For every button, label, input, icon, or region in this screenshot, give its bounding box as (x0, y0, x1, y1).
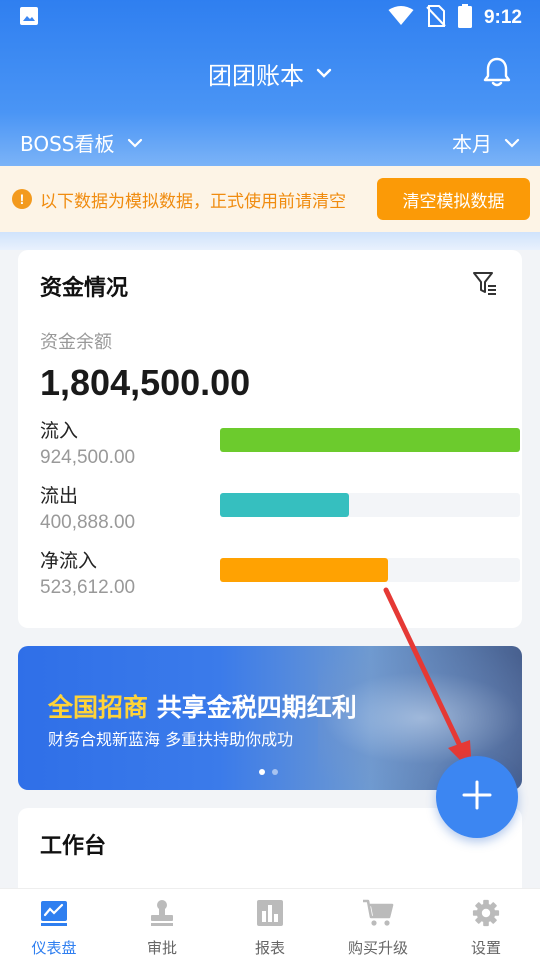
clear-mock-data-button[interactable]: 清空模拟数据 (377, 178, 530, 220)
workbench-title: 工作台 (40, 834, 107, 859)
flow-row-outflow[interactable]: 流出 400,888.00 (40, 481, 520, 541)
balance-label: 资金余额 (40, 332, 112, 353)
funds-card: 资金情况 资金余额 1,804,500.00 流入 924,500.00 流出 … (18, 250, 522, 628)
carousel-dot[interactable] (259, 769, 265, 775)
period-selector[interactable]: 本月 (452, 128, 520, 157)
wifi-icon (388, 6, 414, 30)
no-sim-icon (426, 4, 446, 32)
flow-bar (220, 428, 520, 452)
period-label: 本月 (452, 131, 492, 156)
chevron-down-icon (127, 130, 143, 154)
flow-bar (220, 493, 520, 517)
mock-data-notice: ! 以下数据为模拟数据，正式使用前请清空 清空模拟数据 (0, 166, 540, 232)
sub-header: BOSS看板 本月 (0, 124, 540, 160)
board-selector[interactable]: BOSS看板 (20, 128, 143, 157)
tab-upgrade[interactable]: 购买升级 (324, 889, 432, 960)
battery-icon (457, 4, 472, 32)
tab-reports[interactable]: 报表 (216, 889, 324, 960)
flow-bar (220, 558, 520, 582)
flow-row-net-inflow[interactable]: 净流入 523,612.00 (40, 546, 520, 606)
stamp-icon (147, 899, 177, 931)
gear-icon (471, 899, 501, 931)
flow-bar-fill (220, 558, 388, 582)
flow-row-inflow[interactable]: 流入 924,500.00 (40, 416, 520, 476)
chevron-down-icon[interactable] (316, 64, 332, 83)
banner-subtitle: 财务合规新蓝海 多重扶持助你成功 (48, 730, 294, 749)
balance-value: 1,804,500.00 (40, 362, 251, 403)
gallery-icon (18, 5, 40, 31)
status-bar: 9:12 (0, 0, 540, 36)
carousel-dot[interactable] (272, 769, 278, 775)
banner-title-highlight: 全国招商 (48, 693, 149, 722)
bottom-tab-bar: 仪表盘 审批 报表 购买升级 设置 (0, 888, 540, 960)
chevron-down-icon (504, 130, 520, 154)
plus-icon (461, 779, 493, 815)
funds-title: 资金情况 (40, 276, 129, 301)
tab-label: 设置 (470, 939, 501, 957)
flow-bar-fill (220, 428, 520, 452)
warning-icon: ! (12, 189, 32, 209)
filter-icon[interactable] (472, 270, 498, 300)
tab-label: 报表 (254, 939, 285, 957)
app-header: 团团账本 (0, 50, 540, 96)
board-label: BOSS看板 (20, 131, 115, 156)
report-icon (255, 899, 285, 931)
flow-bar-fill (220, 493, 349, 517)
carousel-indicator (259, 769, 278, 775)
add-record-button[interactable] (436, 756, 518, 838)
tab-settings[interactable]: 设置 (432, 889, 540, 960)
tab-approval[interactable]: 审批 (108, 889, 216, 960)
notice-text: 以下数据为模拟数据，正式使用前请清空 (40, 191, 346, 212)
tab-label: 审批 (146, 939, 177, 957)
status-time: 9:12 (483, 7, 522, 28)
book-switcher[interactable]: 团团账本 (208, 56, 304, 91)
tab-label: 仪表盘 (31, 939, 77, 957)
dashboard-icon (39, 899, 69, 931)
cart-icon (362, 899, 394, 931)
tab-label: 购买升级 (347, 939, 408, 957)
banner-title: 全国招商 共享金税四期红利 (48, 688, 357, 724)
tab-dashboard[interactable]: 仪表盘 (0, 889, 108, 960)
banner-title-rest: 共享金税四期红利 (156, 693, 357, 722)
bell-icon[interactable] (482, 56, 512, 92)
